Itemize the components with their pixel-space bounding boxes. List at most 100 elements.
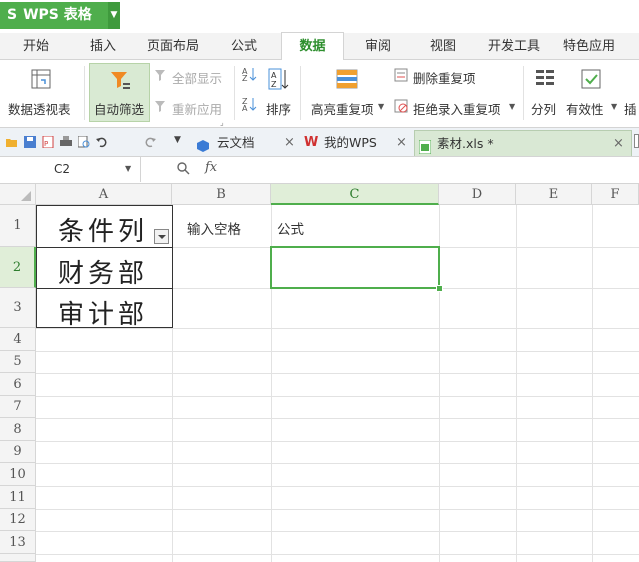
fill-handle[interactable]: [436, 285, 443, 292]
insert-function-icon[interactable]: fx: [205, 160, 217, 175]
tab-special[interactable]: 特色应用: [563, 33, 615, 59]
cell-c1[interactable]: 公式: [277, 218, 304, 238]
filter-dropdown-button[interactable]: [154, 229, 169, 244]
row-header-11[interactable]: 11: [0, 486, 36, 509]
row-header-9[interactable]: 9: [0, 441, 36, 463]
gridline: [36, 418, 639, 419]
row-header-4[interactable]: 4: [0, 328, 36, 351]
close-tab-icon[interactable]: ×: [396, 130, 407, 156]
print-preview-icon[interactable]: [77, 135, 90, 148]
column-header-e[interactable]: E: [516, 184, 592, 205]
gridline: [36, 531, 639, 532]
tab-insert[interactable]: 插入: [90, 33, 116, 59]
column-header-f[interactable]: F: [592, 184, 639, 205]
tab-my-wps[interactable]: W 我的WPS ×: [304, 130, 412, 156]
row-header-2[interactable]: 2: [0, 247, 36, 288]
export-pdf-icon[interactable]: P: [42, 135, 54, 149]
spreadsheet-grid: A B C D E F 1 2 3 4 5 6 7 8 9 10 11 12 1…: [0, 184, 639, 562]
tab-formulas[interactable]: 公式: [231, 33, 257, 59]
highlight-duplicates-dropdown-icon[interactable]: ▼: [378, 102, 384, 111]
gridline: [36, 441, 639, 442]
row-header-13[interactable]: 13: [0, 531, 36, 554]
row-header-10[interactable]: 10: [0, 463, 36, 486]
reapply-button[interactable]: 重新应用: [172, 99, 222, 118]
row-header-6[interactable]: 6: [0, 373, 36, 396]
pivot-table-icon[interactable]: [30, 68, 52, 93]
row-header-5[interactable]: 5: [0, 351, 36, 373]
ribbon-divider: [84, 66, 85, 120]
column-header-c[interactable]: C: [271, 184, 439, 205]
reject-duplicates-icon: [394, 99, 408, 116]
validity-dropdown-icon[interactable]: ▼: [611, 102, 617, 111]
quick-access-bar: P ▼ 云文档 × W 我的WPS × 素材.xls * ×: [0, 128, 639, 157]
cell-a1[interactable]: 条件列: [58, 211, 148, 248]
show-all-button[interactable]: 全部显示: [172, 68, 222, 87]
wps-logo-icon: S: [7, 7, 18, 23]
formula-input[interactable]: [240, 158, 638, 180]
row-header-3[interactable]: 3: [0, 288, 36, 328]
svg-text:Z: Z: [271, 80, 277, 89]
name-box-dropdown-icon[interactable]: ▼: [125, 164, 131, 173]
filter-options-launcher-icon[interactable]: ⌟: [220, 118, 224, 127]
close-tab-icon[interactable]: ×: [613, 131, 624, 157]
svg-text:P: P: [44, 140, 48, 148]
gridline: [36, 373, 639, 374]
save-icon[interactable]: [24, 136, 36, 148]
tab-label: 我的WPS: [324, 135, 377, 150]
sort-ascending-icon[interactable]: AZ: [241, 66, 257, 85]
reject-duplicates-button[interactable]: 拒绝录入重复项: [413, 99, 501, 118]
close-tab-icon[interactable]: ×: [284, 130, 295, 156]
column-header-b[interactable]: B: [172, 184, 271, 205]
app-name: WPS 表格: [23, 7, 92, 23]
tab-home[interactable]: 开始: [23, 33, 49, 59]
print-icon[interactable]: [60, 136, 72, 148]
column-header-a[interactable]: A: [36, 184, 172, 205]
tab-view[interactable]: 视图: [430, 33, 456, 59]
row-header-12[interactable]: 12: [0, 509, 36, 531]
row-header-14[interactable]: [0, 554, 36, 562]
new-tab-icon[interactable]: [634, 134, 639, 148]
customize-toolbar-dropdown-icon[interactable]: ▼: [174, 135, 181, 145]
tab-label: 云文档: [217, 135, 255, 150]
tab-data[interactable]: 数据: [281, 32, 344, 61]
row-header-1[interactable]: 1: [0, 205, 36, 247]
tab-cloud-docs[interactable]: 云文档 ×: [196, 130, 300, 156]
reject-duplicates-dropdown-icon[interactable]: ▼: [509, 102, 515, 111]
tab-review[interactable]: 审阅: [365, 33, 391, 59]
autofilter-button[interactable]: 自动筛选: [89, 63, 150, 122]
sort-button[interactable]: 排序: [266, 99, 291, 118]
column-header-d[interactable]: D: [439, 184, 516, 205]
highlight-duplicates-button[interactable]: 高亮重复项: [311, 99, 374, 118]
cell-a2[interactable]: 财务部: [58, 253, 148, 290]
gridline: [36, 509, 639, 510]
name-box[interactable]: C2 ▼: [0, 157, 141, 182]
app-menu-dropdown-icon[interactable]: ▼: [108, 2, 120, 29]
row-header-8[interactable]: 8: [0, 418, 36, 441]
filter-icon: [109, 69, 131, 94]
active-cell-c2[interactable]: [270, 246, 440, 289]
tab-active-document[interactable]: 素材.xls * ×: [414, 130, 632, 156]
validity-button[interactable]: 有效性: [566, 99, 604, 118]
zoom-search-icon[interactable]: [176, 161, 190, 178]
open-folder-icon[interactable]: [6, 136, 18, 148]
remove-duplicates-button[interactable]: 删除重复项: [413, 68, 476, 87]
highlight-duplicates-icon: [336, 68, 358, 93]
redo-icon[interactable]: [144, 136, 156, 148]
tab-developer[interactable]: 开发工具: [488, 33, 540, 59]
ribbon: 数据透视表 自动筛选 全部显示 重新应用 ⌟ AZ ZA AZ 排序 高亮重复项…: [0, 60, 639, 128]
autofilter-label: 自动筛选: [94, 102, 145, 117]
split-column-button[interactable]: 分列: [531, 99, 556, 118]
svg-text:A: A: [242, 104, 248, 112]
tab-label: 素材.xls *: [437, 136, 494, 151]
cell-a3[interactable]: 审计部: [58, 294, 148, 331]
ribbon-divider: [300, 66, 301, 120]
tab-page-layout[interactable]: 页面布局: [147, 33, 199, 59]
pivot-table-button[interactable]: 数据透视表: [8, 99, 71, 118]
sort-descending-icon[interactable]: ZA: [241, 96, 257, 115]
row-header-7[interactable]: 7: [0, 396, 36, 418]
undo-icon[interactable]: [96, 136, 108, 148]
app-menu-button[interactable]: S WPS 表格: [0, 2, 108, 29]
insert-dropdown-button[interactable]: 插: [624, 99, 637, 118]
cell-b1[interactable]: 输入空格: [187, 218, 241, 238]
select-all-corner[interactable]: [0, 184, 36, 205]
